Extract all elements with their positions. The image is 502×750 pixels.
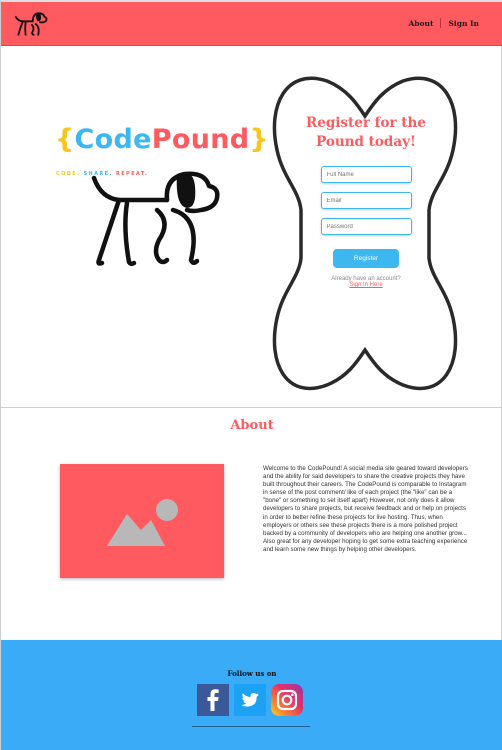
instagram-icon[interactable] [271,684,303,716]
nav-about-link[interactable]: About [408,19,433,28]
password-input[interactable] [320,218,412,235]
twitter-icon[interactable] [234,684,266,716]
dog-logo-icon[interactable] [13,9,49,39]
about-image [60,464,224,578]
dog-illustration-icon [91,171,220,267]
brand-close-brace: } [249,124,269,155]
about-description: Welcome to the CodePound! A social media… [263,465,468,553]
register-title: Register for the Pound today! [306,115,426,150]
about-section: About Welcome to the CodePound! A social… [1,408,502,640]
brand-logo: {CodePound} [55,124,269,155]
footer: Follow us on [1,640,502,750]
signin-here-link[interactable]: Sign In Here [301,282,431,288]
about-title: About [230,418,274,433]
follow-us-label: Follow us on [227,669,277,678]
brand-open-brace: { [55,124,75,155]
social-links [197,684,308,716]
brand-pound: Pound [151,124,250,155]
fullname-input[interactable] [320,166,412,183]
nav-signin-link[interactable]: Sign In [448,19,479,28]
facebook-icon[interactable] [197,684,229,716]
page: About Sign In {CodePound} CODE. SHARE. R… [0,0,502,750]
image-placeholder-icon [107,499,178,546]
email-input[interactable] [320,192,412,209]
nav-divider [440,18,442,28]
register-form: Register for the Pound today! Register A… [301,114,431,288]
brand-code: Code [74,124,152,155]
footer-divider [192,726,310,727]
top-nav: About Sign In [408,18,479,28]
register-button[interactable]: Register [333,249,399,268]
tagline-code: CODE. [56,171,81,177]
header-bar: About Sign In [1,0,502,46]
hero-section: {CodePound} CODE. SHARE. REPEAT. Registe… [1,46,502,408]
